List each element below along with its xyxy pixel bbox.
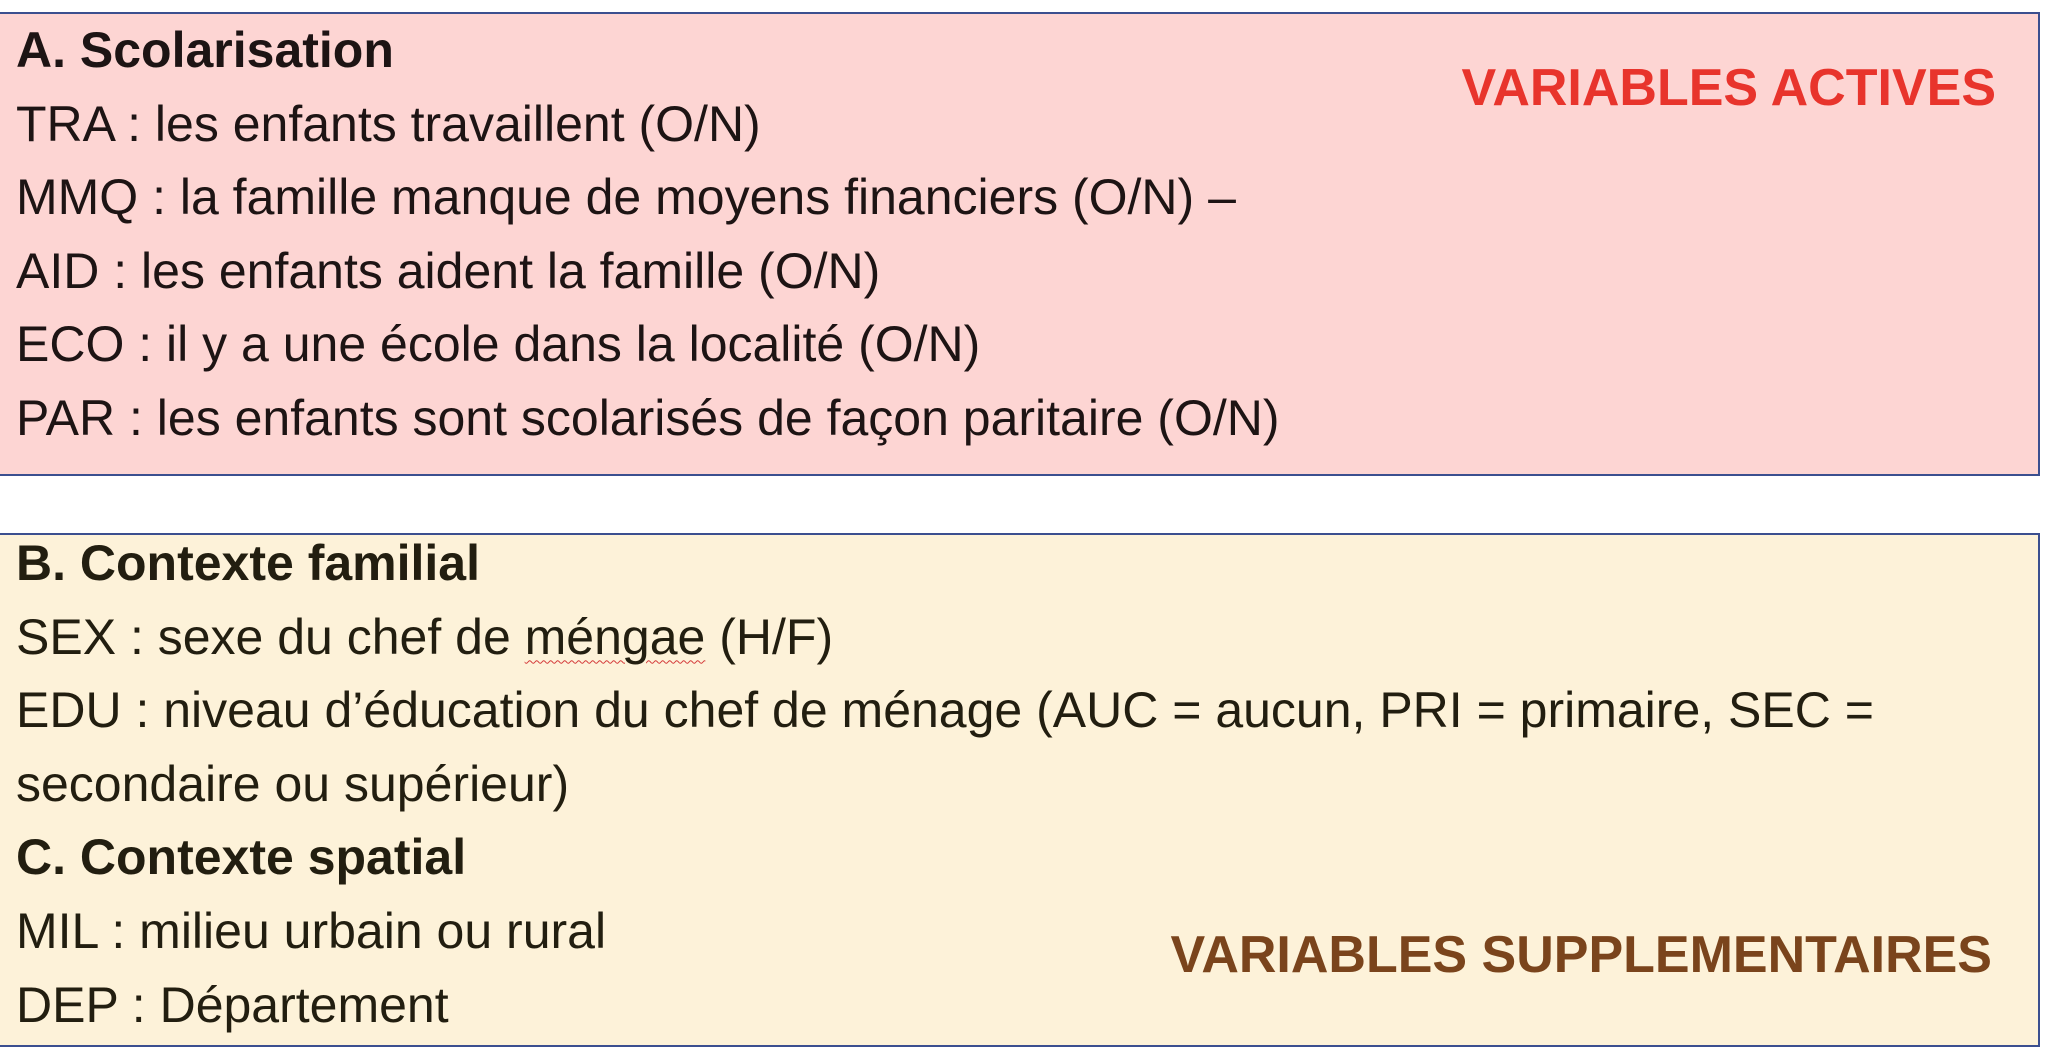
supplementary-variables-box: B. Contexte familial SEX : sexe du chef … xyxy=(0,533,2040,1047)
active-variables-box: A. Scolarisation TRA : les enfants trava… xyxy=(0,12,2040,476)
section-b-heading: B. Contexte familial xyxy=(16,535,480,591)
variable-mmq: MMQ : la famille manque de moyens financ… xyxy=(16,169,1236,226)
variable-sex-prefix: SEX : sexe du chef de xyxy=(16,608,525,665)
variable-aid: AID : les enfants aident la famille (O/N… xyxy=(16,242,881,299)
variable-par: PAR : les enfants sont scolarisés de faç… xyxy=(16,389,1280,446)
supplementary-variables-tag: VARIABLES SUPPLEMENTAIRES xyxy=(1170,926,1993,984)
variable-eco: ECO : il y a une école dans la localité … xyxy=(16,316,981,373)
section-c-heading: C. Contexte spatial xyxy=(16,829,467,886)
active-variables-tag: VARIABLES ACTIVES xyxy=(1461,59,1997,117)
variable-edu: EDU : niveau d’éducation du chef de ména… xyxy=(16,682,1874,812)
variable-sex-typo: méngae xyxy=(524,608,706,665)
variable-sex-suffix: (H/F) xyxy=(705,608,834,665)
variable-sex: SEX : sexe du chef de méngae (H/F) xyxy=(16,601,2028,675)
